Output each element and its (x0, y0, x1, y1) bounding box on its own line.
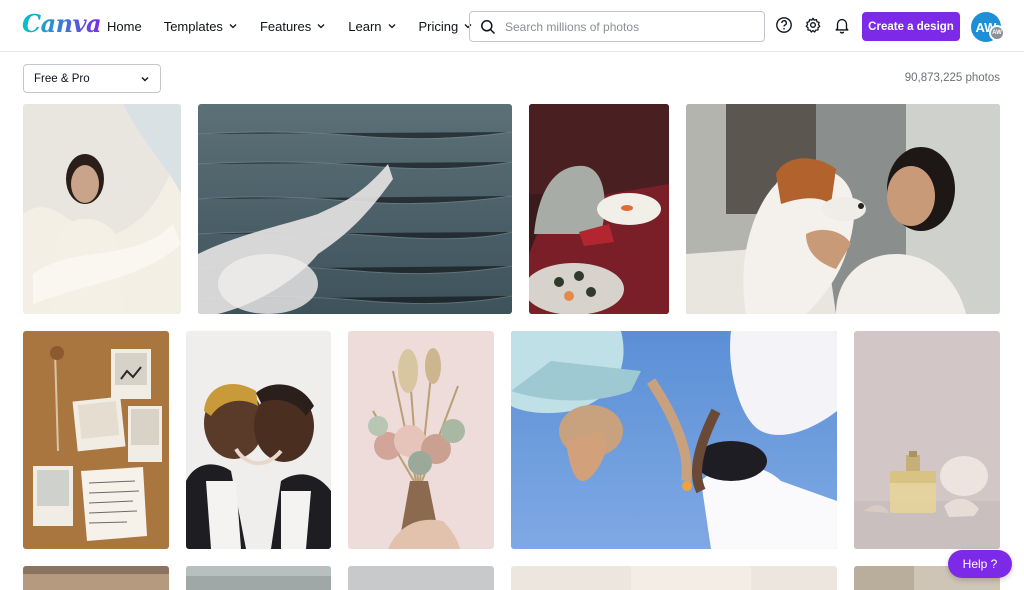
photo-women-against-sky (511, 331, 837, 549)
team-avatar-badge: AW (989, 25, 1005, 41)
photo-tile[interactable] (686, 104, 1000, 314)
chevron-down-icon (317, 24, 325, 29)
top-header: Canva Home Templates Features Learn Pric… (0, 0, 1024, 52)
photo-two-men-foreheads (186, 331, 331, 549)
photo-sushi-table (529, 104, 669, 314)
photo-partial-1 (23, 566, 169, 590)
nav-templates[interactable]: Templates (164, 19, 238, 34)
photo-woman-in-white-scarf (23, 104, 181, 314)
photo-tile[interactable] (348, 331, 494, 549)
nav-pricing[interactable]: Pricing (419, 19, 474, 34)
photo-hand-over-sea (198, 104, 512, 314)
license-filter-dropdown[interactable]: Free & Pro (23, 64, 161, 93)
nav-home-label: Home (107, 18, 142, 34)
results-count: 90,873,225 photos (904, 72, 1000, 84)
main-nav: Home Templates Features Learn Pricing (107, 0, 495, 52)
search-icon (481, 19, 496, 34)
photo-tile[interactable] (511, 566, 837, 590)
bell-icon[interactable] (832, 15, 852, 35)
photo-tile[interactable] (511, 331, 837, 549)
nav-home[interactable]: Home (107, 19, 142, 34)
photo-tile[interactable] (186, 331, 331, 549)
photo-tile[interactable] (348, 566, 494, 590)
photo-partial-2 (186, 566, 331, 590)
search-input[interactable] (505, 19, 745, 34)
photo-partial-4 (511, 566, 837, 590)
photo-tile[interactable] (198, 104, 512, 314)
nav-templates-label: Templates (163, 18, 223, 34)
photo-tile[interactable] (23, 104, 181, 314)
search-box[interactable] (469, 11, 765, 42)
chevron-down-icon (141, 76, 149, 81)
photo-dried-flower-bouquet (348, 331, 494, 549)
nav-features-label: Features (259, 18, 312, 34)
nav-pricing-label: Pricing (418, 18, 459, 34)
photo-woman-with-beagle (686, 104, 1000, 314)
nav-features[interactable]: Features (260, 19, 326, 34)
chevron-down-icon (388, 24, 395, 29)
nav-learn[interactable]: Learn (348, 19, 396, 34)
photo-tile[interactable] (186, 566, 331, 590)
photo-perfume-bottle (854, 331, 1000, 549)
license-filter-value: Free & Pro (34, 72, 90, 85)
create-design-button[interactable]: Create a design (862, 12, 960, 41)
canva-logo[interactable]: Canva (22, 9, 102, 38)
chevron-down-icon (229, 24, 237, 29)
photo-tile[interactable] (23, 566, 169, 590)
photo-corkboard-polaroids (23, 331, 169, 549)
nav-learn-label: Learn (348, 18, 382, 34)
gear-icon[interactable] (803, 15, 823, 35)
help-circle-icon[interactable] (774, 15, 794, 35)
help-button[interactable]: Help ? (948, 550, 1012, 578)
photo-tile[interactable] (23, 331, 169, 549)
photo-partial-3 (348, 566, 494, 590)
photo-tile[interactable] (529, 104, 669, 314)
photo-tile[interactable] (854, 331, 1000, 549)
